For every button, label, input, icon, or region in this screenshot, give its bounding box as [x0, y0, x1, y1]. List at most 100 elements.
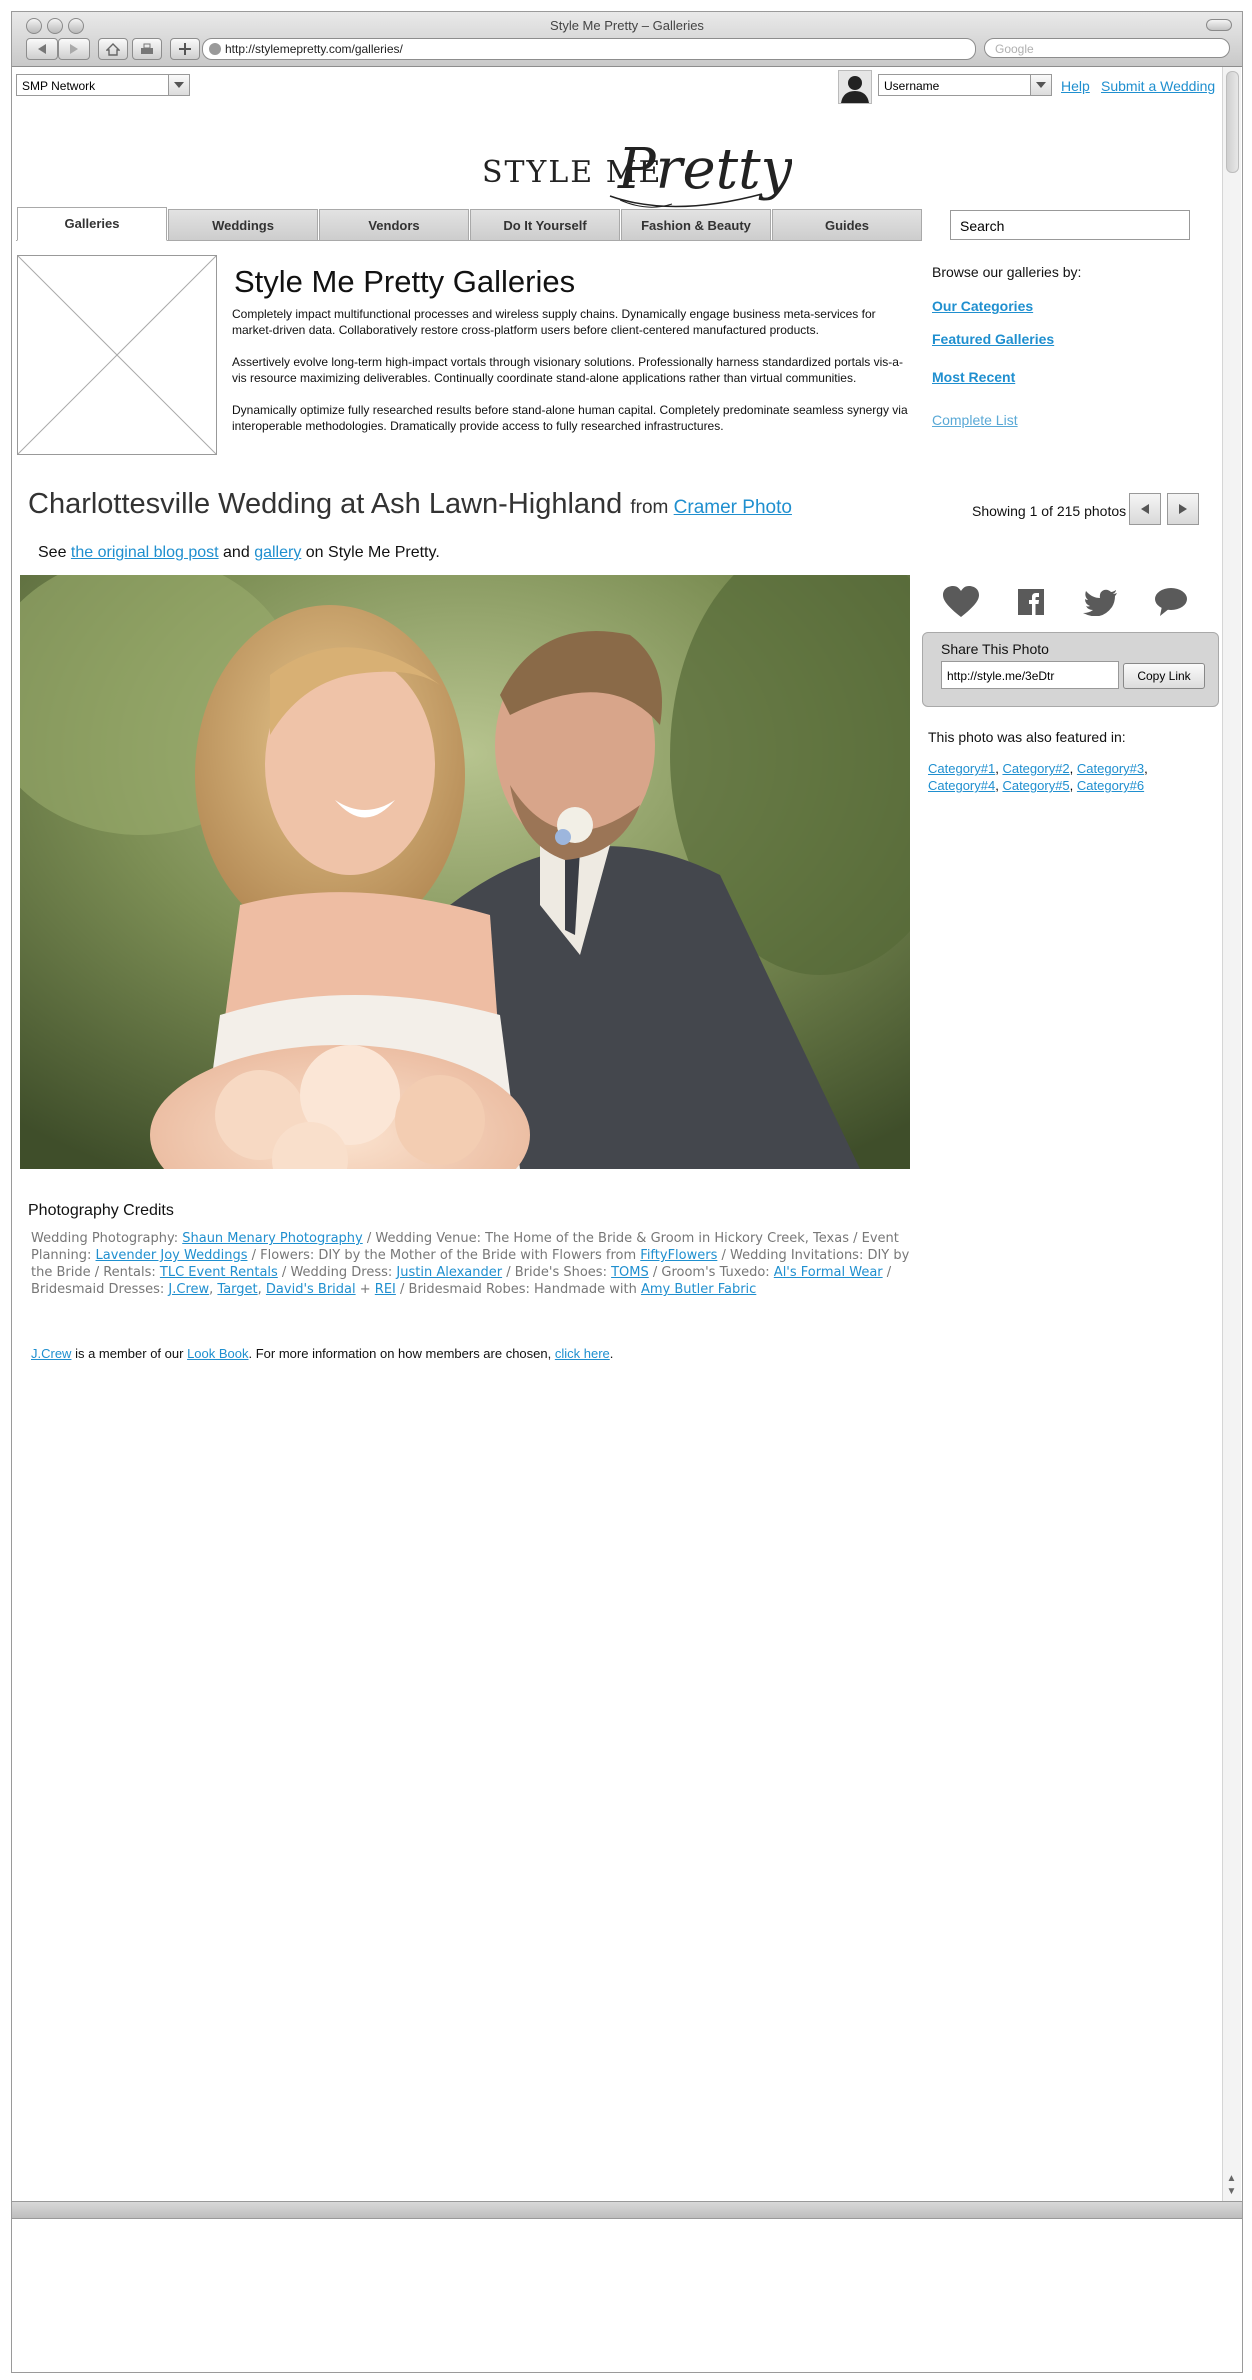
see-prefix: See — [38, 544, 67, 561]
forward-button[interactable] — [58, 38, 90, 60]
home-button[interactable] — [98, 38, 128, 60]
back-button[interactable] — [26, 38, 58, 60]
gallery-link[interactable]: gallery — [254, 544, 301, 561]
credit-link[interactable]: Target — [217, 1282, 257, 1297]
credit-link[interactable]: Shaun Menary Photography — [182, 1231, 363, 1246]
most-recent-link[interactable]: Most Recent — [932, 369, 1015, 385]
intro-paragraph: Assertively evolve long-term high-impact… — [232, 355, 903, 385]
print-button[interactable] — [132, 38, 162, 60]
help-link[interactable]: Help — [1061, 78, 1090, 94]
tab-guides[interactable]: Guides — [772, 209, 922, 241]
credit-text: / Flowers: DIY by the Mother of the Brid… — [247, 1248, 641, 1263]
tab-do-it-yourself[interactable]: Do It Yourself — [470, 209, 620, 241]
photographer-link[interactable]: Cramer Photo — [674, 497, 792, 518]
photo-from: from Cramer Photo — [630, 497, 792, 518]
browser-search-field[interactable]: Google — [984, 38, 1230, 58]
tab-galleries[interactable]: Galleries — [17, 207, 167, 241]
search-input[interactable]: Search — [950, 210, 1190, 240]
credit-link[interactable]: Lavender Joy Weddings — [96, 1248, 248, 1263]
category-link[interactable]: Category#2 — [1002, 761, 1069, 776]
address-bar[interactable]: http://stylemepretty.com/galleries/ — [202, 38, 976, 60]
credit-link[interactable]: Amy Butler Fabric — [641, 1282, 756, 1297]
member-brand-link[interactable]: J.Crew — [31, 1346, 71, 1361]
wedding-photo[interactable] — [20, 575, 910, 1169]
heart-icon — [943, 586, 979, 617]
member-text: is a member of our — [71, 1346, 188, 1361]
browser-window: Style Me Pretty – Galleries http://style… — [11, 11, 1243, 2373]
click-here-link[interactable]: click here — [555, 1346, 610, 1361]
intro-paragraph: Dynamically optimize fully researched re… — [232, 403, 908, 433]
photo-count: Showing 1 of 215 photos — [972, 503, 1127, 519]
category-link[interactable]: Category#5 — [1002, 778, 1069, 793]
credit-link[interactable]: Justin Alexander — [396, 1265, 502, 1280]
previous-photo-button[interactable] — [1129, 493, 1161, 525]
avatar[interactable] — [838, 70, 872, 104]
username-select-value: Username — [884, 79, 940, 93]
our-categories-link[interactable]: Our Categories — [932, 298, 1033, 314]
printer-icon — [141, 43, 153, 54]
home-icon — [106, 42, 120, 56]
tab-weddings[interactable]: Weddings — [168, 209, 318, 241]
toolbar-toggle-button[interactable] — [1206, 19, 1232, 31]
browser-titlebar: Style Me Pretty – Galleries http://style… — [12, 12, 1242, 67]
see-suffix: on Style Me Pretty. — [305, 544, 440, 561]
featured-in-label: This photo was also featured in: — [928, 729, 1126, 745]
image-placeholder-icon — [17, 255, 217, 455]
credit-text: / Groom's Tuxedo: — [648, 1265, 774, 1280]
globe-icon — [209, 42, 221, 55]
logo-text-script: Pretty — [617, 137, 792, 202]
credit-link[interactable]: J.Crew — [168, 1282, 209, 1297]
credit-link[interactable]: Al's Formal Wear — [774, 1265, 883, 1280]
triangle-left-icon — [1141, 504, 1149, 514]
complete-list-link[interactable]: Complete List — [932, 412, 1018, 428]
credit-link[interactable]: TOMS — [611, 1265, 649, 1280]
credit-link[interactable]: FiftyFlowers — [640, 1248, 717, 1263]
credit-link[interactable]: TLC Event Rentals — [160, 1265, 278, 1280]
credit-text: , — [257, 1282, 266, 1297]
facebook-icon — [1018, 589, 1044, 615]
vertical-scrollbar[interactable]: ▲ ▼ — [1222, 67, 1241, 2201]
plus-icon — [179, 43, 191, 55]
next-photo-button[interactable] — [1167, 493, 1199, 525]
category-link[interactable]: Category#1 — [928, 761, 995, 776]
share-link-input[interactable]: http://style.me/3eDtr — [941, 661, 1119, 689]
wedding-photo-image — [20, 575, 910, 1169]
and-text: and — [223, 544, 250, 561]
like-button[interactable] — [941, 582, 981, 622]
browser-status-bar — [12, 2201, 1242, 2219]
facebook-share-button[interactable] — [1011, 582, 1051, 622]
featured-categories: Category#1, Category#2, Category#3, Categ… — [928, 761, 1148, 793]
credit-link[interactable]: REI — [375, 1282, 396, 1297]
scroll-down-arrow-icon[interactable]: ▼ — [1225, 2186, 1238, 2198]
gallery-image-placeholder — [17, 255, 217, 455]
scroll-up-arrow-icon[interactable]: ▲ — [1225, 2173, 1238, 2185]
browse-label: Browse our galleries by: — [932, 264, 1082, 280]
copy-link-button[interactable]: Copy Link — [1123, 663, 1205, 689]
network-select-value: SMP Network — [22, 79, 96, 93]
scrollbar-thumb[interactable] — [1226, 71, 1239, 173]
style-me-pretty-logo: STYLE ME Pretty — [482, 137, 794, 208]
site-logo[interactable]: STYLE ME Pretty — [472, 124, 794, 216]
credit-text: Wedding Photography: — [31, 1231, 183, 1246]
tab-fashion-beauty[interactable]: Fashion & Beauty — [621, 209, 771, 241]
credit-link[interactable]: David's Bridal — [266, 1282, 356, 1297]
new-tab-button[interactable] — [170, 38, 200, 60]
category-link[interactable]: Category#3 — [1077, 761, 1144, 776]
tab-vendors[interactable]: Vendors — [319, 209, 469, 241]
address-url: http://stylemepretty.com/galleries/ — [225, 42, 403, 56]
credit-text: / Wedding Dress: — [277, 1265, 397, 1280]
comment-button[interactable] — [1151, 582, 1191, 622]
username-select[interactable]: Username — [878, 74, 1052, 96]
photography-credits: Wedding Photography: Shaun Menary Photog… — [31, 1230, 921, 1298]
chevron-down-icon — [1030, 75, 1051, 95]
credit-text: / Bride's Shoes: — [502, 1265, 612, 1280]
category-link[interactable]: Category#6 — [1077, 778, 1144, 793]
look-book-link[interactable]: Look Book — [187, 1346, 248, 1361]
submit-wedding-link[interactable]: Submit a Wedding — [1101, 78, 1215, 94]
window-title: Style Me Pretty – Galleries — [550, 18, 704, 33]
original-blog-post-link[interactable]: the original blog post — [71, 544, 219, 561]
twitter-share-button[interactable] — [1081, 582, 1121, 622]
category-link[interactable]: Category#4 — [928, 778, 995, 793]
network-select[interactable]: SMP Network — [16, 74, 190, 96]
featured-galleries-link[interactable]: Featured Galleries — [932, 331, 1054, 347]
